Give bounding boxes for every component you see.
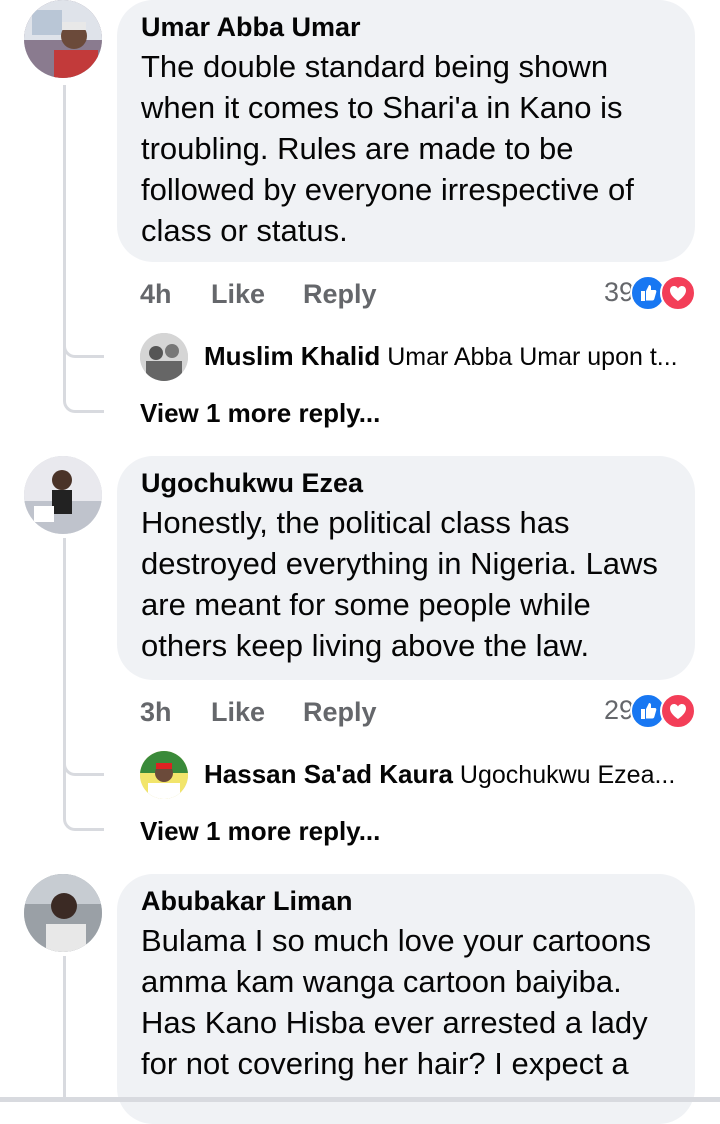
comment-text: The double standard being shown when it … (141, 49, 634, 248)
avatar[interactable] (24, 0, 102, 78)
comment-bubble: Umar Abba Umar The double standard being… (117, 0, 695, 262)
comment-author[interactable]: Abubakar Liman (141, 884, 671, 918)
reply-snippet: Umar Abba Umar upon t... (387, 343, 678, 371)
reply-author[interactable]: Muslim Khalid (204, 341, 380, 371)
like-button[interactable]: Like (211, 697, 265, 728)
timestamp[interactable]: 3h (140, 697, 172, 728)
reply-connector (63, 748, 104, 776)
view-more-replies-link[interactable]: View 1 more reply... (140, 398, 380, 429)
reply-author[interactable]: Hassan Sa'ad Kaura (204, 759, 453, 789)
heart-icon[interactable] (660, 693, 696, 729)
comment-author[interactable]: Ugochukwu Ezea (141, 466, 671, 500)
comment-thread: Umar Abba Umar The double standard being… (0, 0, 720, 1124)
view-more-replies-link[interactable]: View 1 more reply... (140, 816, 380, 847)
comment-text: Bulama I so much love your cartoons amma… (141, 923, 652, 1081)
like-button[interactable]: Like (211, 279, 265, 310)
reply-button[interactable]: Reply (303, 279, 377, 310)
heart-icon[interactable] (660, 275, 696, 311)
reply-preview[interactable]: Muslim Khalid Umar Abba Umar upon t... (140, 333, 700, 383)
more-connector (63, 385, 104, 413)
comment-bubble: Ugochukwu Ezea Honestly, the political c… (117, 456, 695, 680)
reply-preview[interactable]: Hassan Sa'ad Kaura Ugochukwu Ezea... (140, 751, 700, 801)
comment-actions: 3h Like Reply 29 (140, 693, 696, 733)
comment-bubble: Abubakar Liman Bulama I so much love you… (117, 874, 695, 1124)
reply-button[interactable]: Reply (303, 697, 377, 728)
reply-connector (63, 330, 104, 358)
reply-snippet: Ugochukwu Ezea... (459, 761, 676, 789)
avatar[interactable] (140, 751, 188, 799)
comment-actions: 4h Like Reply 39 (140, 275, 696, 315)
avatar[interactable] (140, 333, 188, 381)
bottom-divider (0, 1097, 720, 1102)
timestamp[interactable]: 4h (140, 279, 172, 310)
avatar[interactable] (24, 456, 102, 534)
avatar[interactable] (24, 874, 102, 952)
thread-line (63, 956, 66, 1102)
comment-text: Honestly, the political class has destro… (141, 505, 658, 663)
comment-author[interactable]: Umar Abba Umar (141, 10, 671, 44)
more-connector (63, 803, 104, 831)
